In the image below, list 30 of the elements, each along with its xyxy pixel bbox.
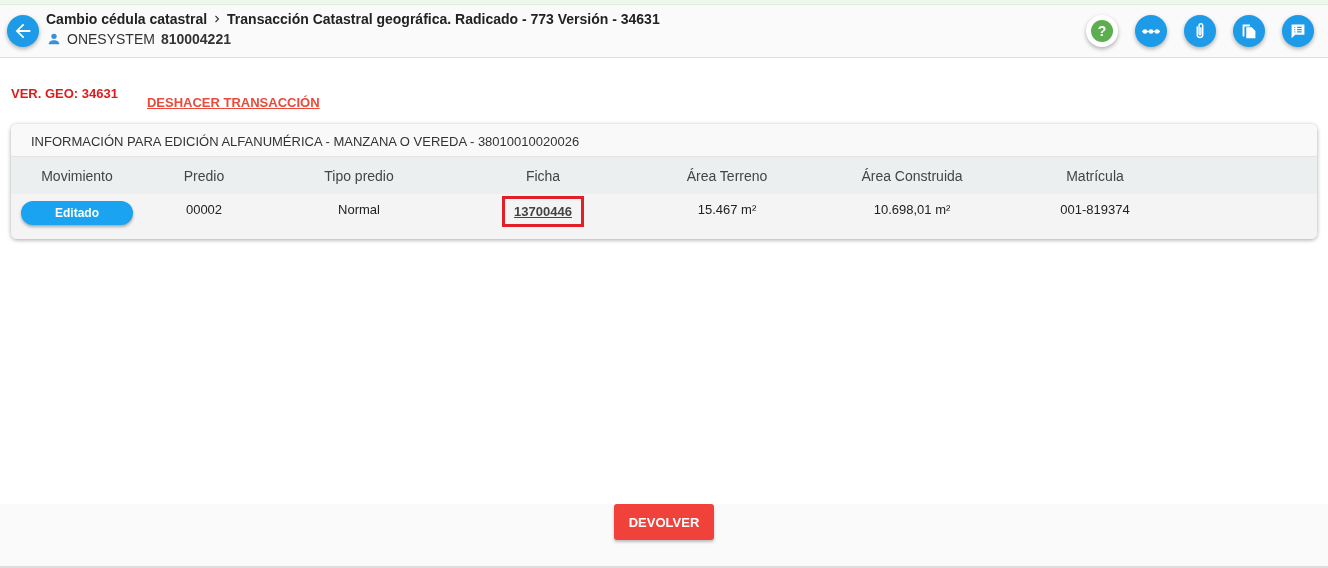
dots-icon <box>1142 28 1160 34</box>
back-button[interactable] <box>7 15 39 47</box>
status-button[interactable]: Editado <box>21 201 133 225</box>
attach-button[interactable] <box>1184 15 1216 47</box>
breadcrumb-item[interactable]: Cambio cédula catastral <box>46 11 208 27</box>
column-header: Área Construida <box>860 167 964 184</box>
column-header: Tipo predio <box>323 167 395 184</box>
table-cell-text: 00002 <box>184 201 224 217</box>
version-label: VER. GEO: 34631 <box>11 86 118 101</box>
column-header: Predio <box>182 167 226 184</box>
column-header: Movimiento <box>40 167 114 184</box>
help-button[interactable]: ? <box>1086 15 1118 47</box>
ficha-link[interactable]: 13700446 <box>502 196 584 227</box>
panel-title: INFORMACIÓN PARA EDICIÓN ALFANUMÉRICA - MANZANA O VEREDA - 38010010020026 <box>11 124 1317 157</box>
user-id: 810004221 <box>160 31 231 47</box>
return-button[interactable]: DEVOLVER <box>614 504 714 540</box>
column-header: Área Terreno <box>685 167 769 184</box>
breadcrumb-item: Transacción Catastral geográfica. Radicado - 773 Versión - 34631 <box>227 11 660 27</box>
table-cell-text: 001-819374 <box>1059 201 1131 217</box>
table-cell-text: 10.698,01 m² <box>872 201 952 217</box>
column-header: Ficha <box>524 167 562 184</box>
user-name: ONESYSTEM <box>67 31 155 47</box>
column-header: Matrícula <box>1065 167 1125 184</box>
table-cell-text: 15.467 m² <box>696 201 758 217</box>
flow-button[interactable] <box>1135 15 1167 47</box>
undo-link[interactable]: DESHACER TRANSACCIÓN <box>146 95 320 110</box>
copy-button[interactable] <box>1233 15 1265 47</box>
person-icon <box>46 31 62 47</box>
notes-button[interactable] <box>1282 15 1314 47</box>
table-cell-text: Normal <box>337 201 381 217</box>
